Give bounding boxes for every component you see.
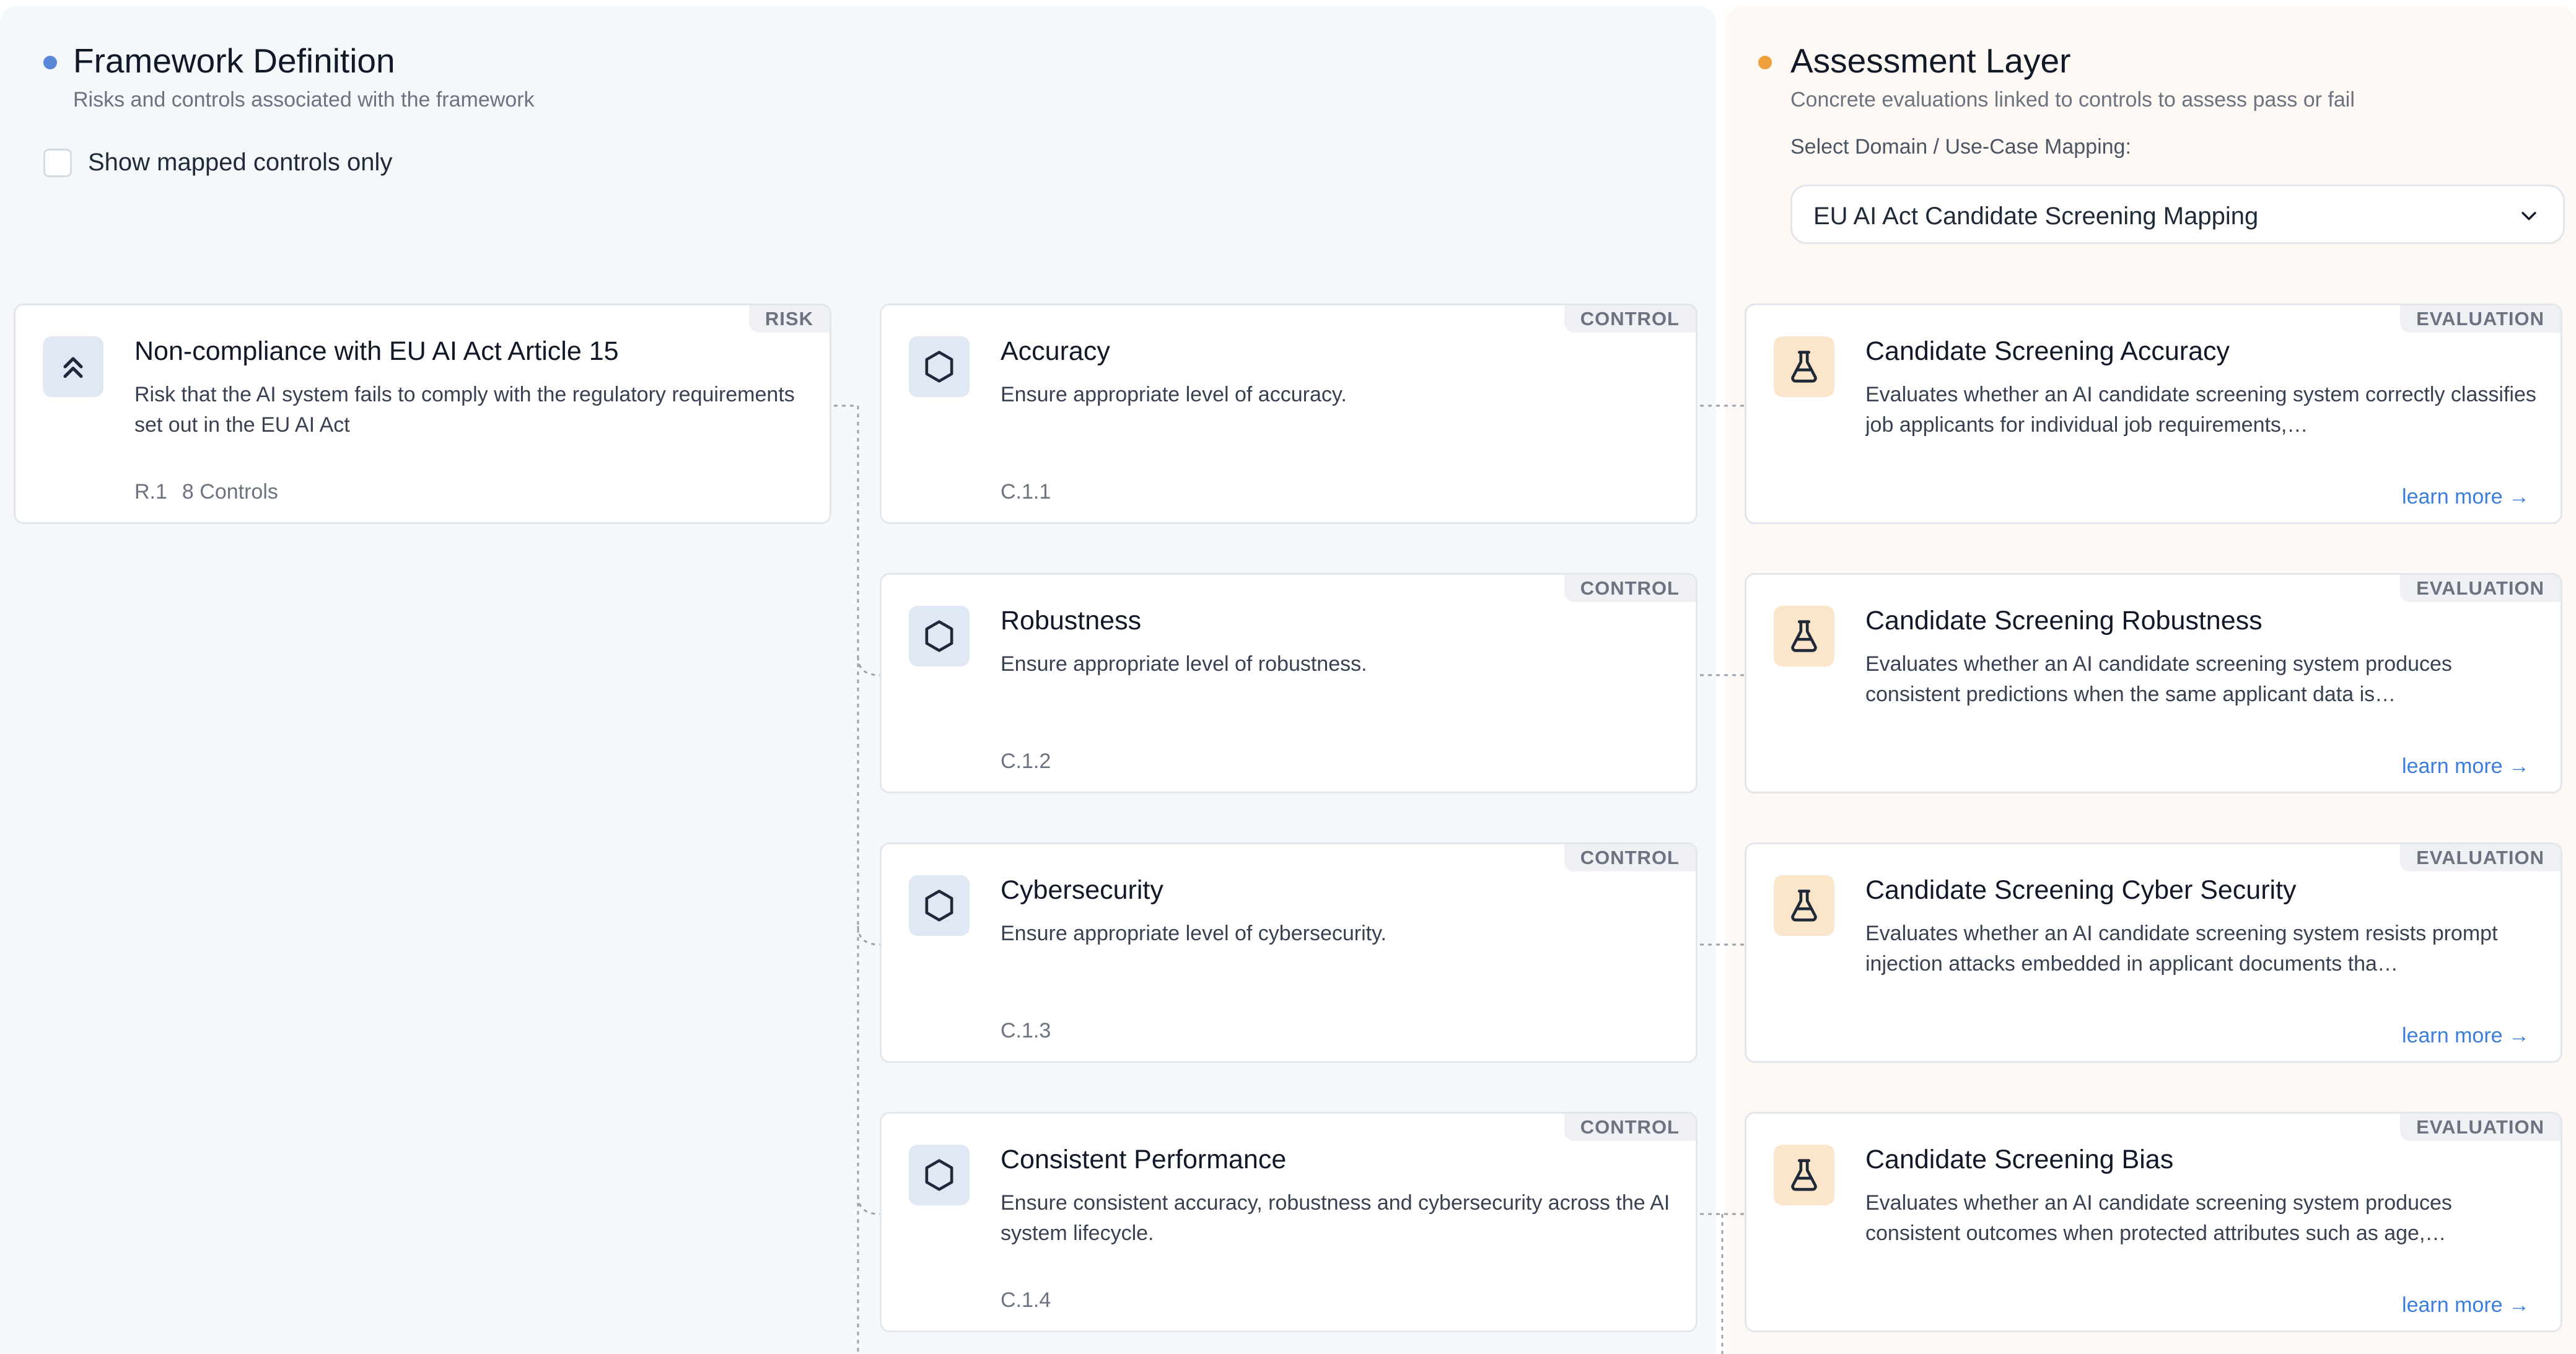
control-description: Ensure appropriate level of robustness. [1001, 652, 1367, 676]
control-badge: CONTROL [1564, 575, 1696, 602]
control-badge: CONTROL [1564, 1114, 1696, 1141]
risk-controls-count: 8 Controls [182, 480, 278, 504]
risk-badge: RISK [748, 305, 830, 333]
framework-title: Framework Definition [73, 41, 395, 80]
evaluation-card[interactable]: EVALUATION Candidate Screening Bias Eval… [1745, 1112, 2562, 1332]
show-mapped-label[interactable]: Show mapped controls only [88, 149, 392, 177]
control-icon-box [909, 336, 970, 397]
assessment-subtitle: Concrete evaluations linked to controls … [1790, 88, 2355, 111]
control-id: C.1.2 [1001, 749, 1051, 773]
learn-more-link[interactable]: learn more → [2402, 1293, 2530, 1317]
control-id: C.1.4 [1001, 1288, 1051, 1312]
control-icon-box [909, 606, 970, 666]
control-icon-box [909, 1145, 970, 1205]
evaluation-icon-box [1774, 875, 1834, 936]
flask-icon [1791, 351, 1817, 383]
flask-icon [1791, 889, 1817, 922]
evaluation-badge: EVALUATION [2400, 305, 2561, 333]
flask-icon [1791, 1159, 1817, 1191]
assessment-indicator-dot [1758, 56, 1772, 69]
control-badge: CONTROL [1564, 305, 1696, 333]
learn-more-link[interactable]: learn more → [2402, 485, 2530, 509]
control-title: Robustness [1001, 606, 1142, 636]
risk-card[interactable]: RISK Non-compliance with EU AI Act Artic… [14, 304, 831, 524]
evaluation-icon-box [1774, 606, 1834, 666]
evaluation-card[interactable]: EVALUATION Candidate Screening Cyber Sec… [1745, 842, 2562, 1063]
control-card[interactable]: CONTROL Robustness Ensure appropriate le… [880, 573, 1698, 793]
learn-more-link[interactable]: learn more → [2402, 1024, 2530, 1048]
flask-icon [1791, 620, 1817, 652]
evaluation-description: Evaluates whether an AI candidate screen… [1865, 383, 2536, 437]
connector-control-3 [857, 925, 880, 946]
connector-control-4 [857, 1195, 880, 1215]
risk-icon-box [43, 336, 103, 397]
control-title: Accuracy [1001, 336, 1110, 366]
control-description: Ensure appropriate level of accuracy. [1001, 383, 1347, 406]
connector-eval-4 [1700, 1213, 1745, 1354]
evaluation-description: Evaluates whether an AI candidate screen… [1865, 922, 2498, 976]
evaluation-icon-box [1774, 336, 1834, 397]
evaluation-title: Candidate Screening Accuracy [1865, 336, 2230, 366]
hexagon-icon [925, 889, 953, 922]
control-badge: CONTROL [1564, 844, 1696, 871]
evaluation-card[interactable]: EVALUATION Candidate Screening Robustnes… [1745, 573, 2562, 793]
connector-control-2 [857, 656, 880, 676]
chevrons-up-icon [63, 357, 83, 378]
risk-id: R.1 [134, 480, 167, 504]
evaluation-title: Candidate Screening Robustness [1865, 606, 2263, 636]
framework-subtitle: Risks and controls associated with the f… [73, 88, 535, 111]
chevron-down-icon [2521, 212, 2536, 221]
evaluation-card[interactable]: EVALUATION Candidate Screening Accuracy … [1745, 304, 2562, 524]
evaluation-description: Evaluates whether an AI candidate screen… [1865, 1191, 2452, 1245]
evaluation-icon-box [1774, 1145, 1834, 1205]
evaluation-title: Candidate Screening Bias [1865, 1145, 2174, 1174]
control-card[interactable]: CONTROL Consistent Performance Ensure co… [880, 1112, 1698, 1332]
assessment-title: Assessment Layer [1790, 41, 2071, 80]
evaluation-badge: EVALUATION [2400, 1114, 2561, 1141]
hexagon-icon [925, 620, 953, 652]
control-description: Ensure consistent accuracy, robustness a… [1001, 1191, 1670, 1245]
control-icon-box [909, 875, 970, 936]
framework-indicator-dot [43, 56, 57, 69]
evaluation-title: Candidate Screening Cyber Security [1865, 875, 2297, 905]
control-card[interactable]: CONTROL Accuracy Ensure appropriate leve… [880, 304, 1698, 524]
risk-meta: R.1 8 Controls [134, 480, 278, 504]
control-title: Cybersecurity [1001, 875, 1163, 905]
mapping-select-caption: Select Domain / Use-Case Mapping: [1790, 135, 2131, 159]
show-mapped-checkbox[interactable] [43, 149, 72, 177]
risk-description: Risk that the AI system fails to comply … [134, 383, 795, 437]
learn-more-link[interactable]: learn more → [2402, 754, 2530, 779]
evaluation-badge: EVALUATION [2400, 844, 2561, 871]
evaluation-description: Evaluates whether an AI candidate screen… [1865, 652, 2452, 706]
control-title: Consistent Performance [1001, 1145, 1287, 1174]
control-id: C.1.3 [1001, 1019, 1051, 1042]
control-id: C.1.1 [1001, 480, 1051, 504]
hexagon-icon [925, 351, 953, 383]
control-description: Ensure appropriate level of cybersecurit… [1001, 922, 1387, 945]
evaluation-badge: EVALUATION [2400, 575, 2561, 602]
mapping-select[interactable]: EU AI Act Candidate Screening Mapping [1790, 185, 2565, 244]
control-card[interactable]: CONTROL Cybersecurity Ensure appropriate… [880, 842, 1698, 1063]
mapping-select-value: EU AI Act Candidate Screening Mapping [1813, 203, 2259, 230]
hexagon-icon [925, 1159, 953, 1191]
connector-risk-trunk [834, 404, 859, 1354]
risk-title: Non-compliance with EU AI Act Article 15 [134, 336, 619, 366]
